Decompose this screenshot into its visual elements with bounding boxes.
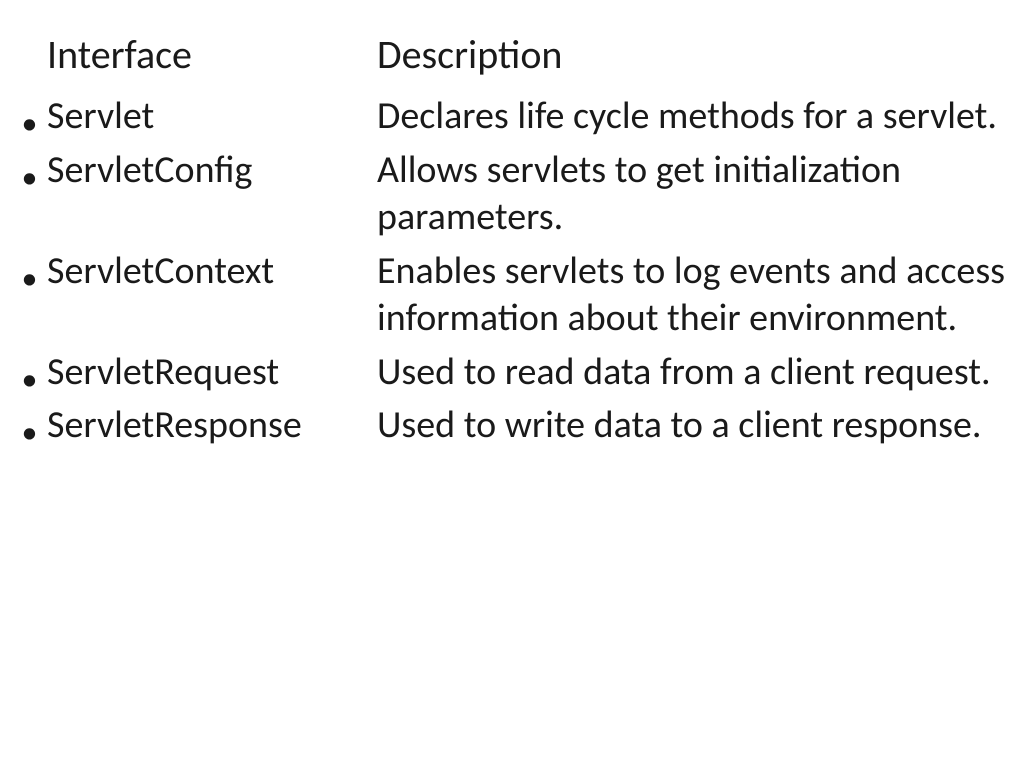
bullet-icon: • [12, 257, 47, 302]
header-description: Description [377, 30, 1008, 80]
bullet-icon: • [12, 156, 47, 201]
interface-name: ServletConfig [47, 147, 252, 195]
table-header: • Interface Description [12, 30, 1008, 81]
table-row: • Servlet Declares life cycle methods fo… [12, 93, 1008, 141]
interface-name: ServletRequest [47, 349, 279, 397]
interface-name: Servlet [47, 93, 154, 141]
interface-description: Allows servlets to get initialization pa… [377, 147, 1008, 242]
table-row: • ServletContext Enables servlets to log… [12, 248, 1008, 343]
bullet-icon: • [12, 411, 47, 456]
header-interface: Interface [47, 30, 192, 79]
interface-description: Used to write data to a client response. [377, 402, 1008, 450]
interface-description: Declares life cycle methods for a servle… [377, 93, 1008, 141]
table-row: • ServletRequest Used to read data from … [12, 349, 1008, 397]
bullet-icon: • [12, 358, 47, 403]
bullet-icon: • [12, 102, 47, 147]
table-row: • ServletResponse Used to write data to … [12, 402, 1008, 450]
interface-description: Used to read data from a client request. [377, 349, 1008, 397]
interface-name: ServletContext [47, 248, 274, 296]
interface-description: Enables servlets to log events and acces… [377, 248, 1008, 343]
interface-name: ServletResponse [47, 402, 302, 450]
table-row: • ServletConfig Allows servlets to get i… [12, 147, 1008, 242]
